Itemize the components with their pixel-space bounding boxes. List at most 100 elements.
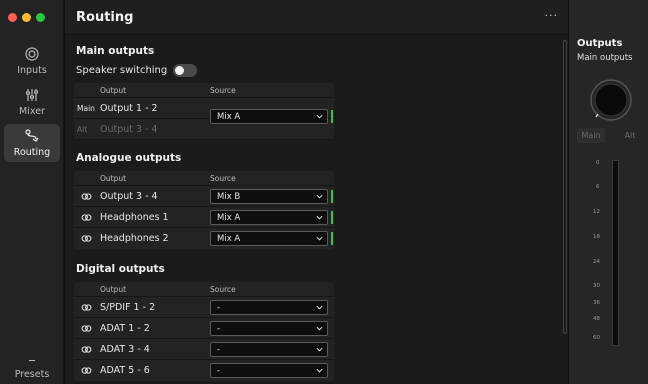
- chevron-down-icon: [316, 347, 323, 352]
- chevron-down-icon: [316, 305, 323, 310]
- table-row: ADAT 3 - 4 -: [74, 339, 334, 360]
- presets-icon: [29, 360, 35, 361]
- meter-scale-label: 6: [596, 184, 600, 190]
- row-tag-alt: Alt: [77, 125, 88, 134]
- row-tag-main: Main: [77, 104, 95, 113]
- sidebar-item-label: Mixer: [19, 106, 45, 117]
- meter-scale-label: 60: [593, 335, 600, 341]
- speaker-switching-row: Speaker switching: [76, 64, 198, 77]
- output-name: Headphones 2: [100, 233, 169, 244]
- chevron-down-icon: [316, 114, 323, 119]
- output-name: Headphones 1: [100, 212, 169, 223]
- source-select[interactable]: Mix A: [210, 231, 328, 246]
- table-header: Output Source: [74, 282, 334, 297]
- sidebar-item-inputs[interactable]: Inputs: [4, 42, 60, 80]
- alt-button[interactable]: Alt: [619, 128, 641, 143]
- main-outputs-table: Output Source Main Output 1 - 2 Alt Outp…: [74, 83, 334, 140]
- table-header: Output Source: [74, 83, 334, 98]
- speaker-switching-toggle[interactable]: [173, 64, 198, 77]
- chevron-down-icon: [316, 215, 323, 220]
- inputs-icon: [25, 47, 39, 61]
- header: Routing ···: [65, 0, 568, 35]
- stereo-link-icon: [81, 346, 92, 353]
- chevron-down-icon: [316, 194, 323, 199]
- source-select-value: -: [217, 366, 221, 376]
- table-row: Headphones 2 Mix A: [74, 228, 334, 249]
- source-select[interactable]: -: [210, 363, 328, 378]
- level-meter: [331, 211, 333, 224]
- more-options-button[interactable]: ···: [545, 9, 559, 22]
- main-outputs-title: Main outputs: [76, 45, 155, 57]
- window-controls: [8, 13, 45, 22]
- speaker-switching-label: Speaker switching: [76, 65, 168, 76]
- outputs-subtitle: Main outputs: [577, 53, 633, 63]
- output-name: ADAT 3 - 4: [100, 344, 150, 355]
- source-column-header: Source: [210, 174, 236, 183]
- source-select-value: -: [217, 324, 221, 334]
- output-name: Output 1 - 2: [100, 103, 158, 114]
- output-name: S/PDIF 1 - 2: [100, 302, 156, 313]
- meter-scale-label: 24: [593, 259, 600, 265]
- digital-outputs-title: Digital outputs: [76, 263, 165, 275]
- sidebar-item-label: Routing: [13, 147, 51, 158]
- chevron-down-icon: [316, 368, 323, 373]
- source-select[interactable]: Mix A: [210, 109, 328, 124]
- sidebar-item-routing[interactable]: Routing: [4, 124, 60, 162]
- digital-outputs-table: Output Source S/PDIF 1 - 2 - ADAT 1 - 2 …: [74, 282, 334, 381]
- main-button[interactable]: Main: [577, 128, 605, 143]
- zoom-window-button[interactable]: [36, 13, 45, 22]
- table-row: S/PDIF 1 - 2 -: [74, 297, 334, 318]
- table-row: ADAT 1 - 2 -: [74, 318, 334, 339]
- table-row: Headphones 1 Mix A: [74, 207, 334, 228]
- level-meter: [331, 190, 333, 203]
- outputs-title: Outputs: [577, 38, 623, 49]
- table-row: ADAT 5 - 6 -: [74, 360, 334, 381]
- level-meter: [331, 232, 333, 245]
- source-select[interactable]: Mix A: [210, 210, 328, 225]
- source-select-value: -: [217, 303, 221, 313]
- meter-scale-label: 18: [593, 234, 600, 240]
- main-panel: Routing ··· Main outputs Speaker switchi…: [65, 0, 568, 384]
- presets-button[interactable]: Presets: [4, 350, 60, 380]
- volume-knob[interactable]: [589, 78, 633, 122]
- sidebar: Inputs Mixer Routing Presets: [0, 0, 64, 384]
- chevron-down-icon: [316, 326, 323, 331]
- analogue-outputs-table: Output Source Output 3 - 4 Mix B Headpho…: [74, 171, 334, 249]
- presets-label: Presets: [14, 369, 50, 380]
- chevron-down-icon: [316, 236, 323, 241]
- source-column-header: Source: [210, 285, 236, 294]
- close-window-button[interactable]: [8, 13, 17, 22]
- source-select-value: Mix B: [217, 192, 241, 202]
- output-column-header: Output: [100, 86, 127, 95]
- output-column-header: Output: [100, 174, 127, 183]
- output-column-header: Output: [100, 285, 127, 294]
- stereo-link-icon: [81, 325, 92, 332]
- routing-icon: [25, 129, 39, 142]
- source-select[interactable]: -: [210, 300, 328, 315]
- output-name: Output 3 - 4: [100, 124, 158, 135]
- table-row: Output 3 - 4 Mix B: [74, 186, 334, 207]
- scrollbar[interactable]: [563, 40, 567, 334]
- minimize-window-button[interactable]: [22, 13, 31, 22]
- source-select-value: Mix A: [217, 234, 241, 244]
- meter-scale-label: 36: [593, 300, 600, 306]
- level-meter: [331, 110, 333, 123]
- source-select[interactable]: -: [210, 321, 328, 336]
- page-title: Routing: [76, 10, 134, 25]
- source-select-value: -: [217, 345, 221, 355]
- sidebar-item-mixer[interactable]: Mixer: [4, 83, 60, 121]
- meter-scale-label: 30: [593, 283, 600, 289]
- stereo-link-icon: [81, 304, 92, 311]
- output-name: ADAT 1 - 2: [100, 323, 150, 334]
- meter-scale-label: 0: [596, 160, 600, 166]
- mixer-icon: [26, 89, 38, 101]
- source-select[interactable]: -: [210, 342, 328, 357]
- output-name: Output 3 - 4: [100, 191, 158, 202]
- sidebar-item-label: Inputs: [17, 65, 47, 76]
- source-select[interactable]: Mix B: [210, 189, 328, 204]
- meter-scale-label: 48: [593, 316, 600, 322]
- toggle-knob: [175, 66, 185, 75]
- stereo-link-icon: [81, 214, 92, 221]
- source-select-value: Mix A: [217, 112, 241, 122]
- stereo-link-icon: [81, 367, 92, 374]
